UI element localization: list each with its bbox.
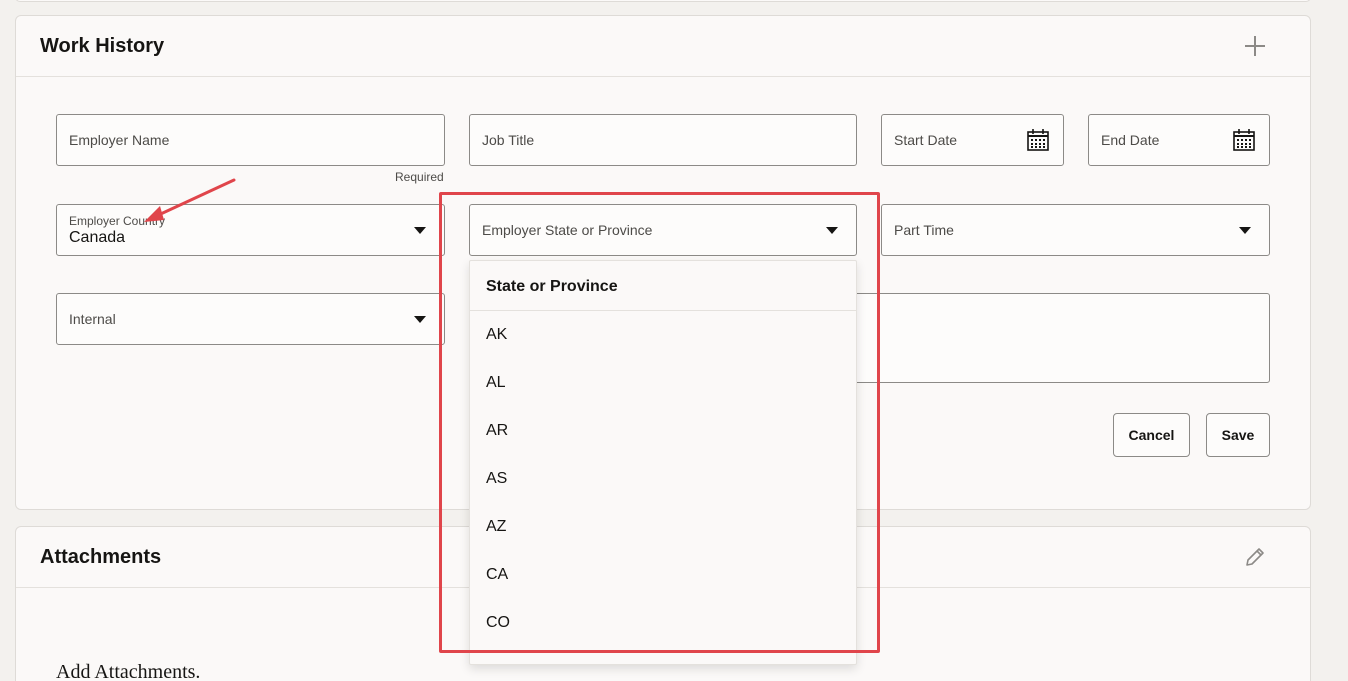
employer-name-placeholder: Employer Name [69, 132, 170, 148]
required-hint: Required [395, 170, 444, 184]
calendar-icon[interactable] [1233, 129, 1255, 151]
job-title-placeholder: Job Title [482, 132, 535, 148]
chevron-down-icon[interactable] [1239, 227, 1251, 234]
start-date-field[interactable]: Start Date [881, 114, 1064, 166]
list-item[interactable]: AR [470, 407, 856, 455]
end-date-placeholder: End Date [1101, 132, 1160, 148]
list-item[interactable]: CA [470, 551, 856, 599]
job-title-field[interactable]: Job Title [469, 114, 857, 166]
list-item[interactable]: AZ [470, 503, 856, 551]
calendar-icon[interactable] [1027, 129, 1049, 151]
save-button[interactable]: Save [1206, 413, 1270, 457]
previous-card-edge [15, 0, 1311, 2]
pencil-icon[interactable] [1244, 546, 1266, 568]
work-history-title: Work History [40, 35, 165, 57]
employer-name-field[interactable]: Employer Name [56, 114, 445, 166]
list-item[interactable]: AS [470, 455, 856, 503]
add-attachments-text[interactable]: Add Attachments. [56, 661, 200, 681]
chevron-down-icon[interactable] [826, 227, 838, 234]
work-history-header: Work History [16, 16, 1310, 77]
list-item[interactable]: AK [470, 311, 856, 359]
chevron-down-icon[interactable] [414, 316, 426, 323]
part-time-placeholder: Part Time [894, 222, 954, 238]
part-time-select[interactable]: Part Time [881, 204, 1270, 256]
employer-country-label: Employer Country [69, 214, 166, 228]
employer-country-select[interactable]: Employer Country Canada [56, 204, 445, 256]
employer-country-value: Canada [69, 229, 126, 246]
cancel-button[interactable]: Cancel [1113, 413, 1190, 457]
end-date-field[interactable]: End Date [1088, 114, 1270, 166]
internal-placeholder: Internal [69, 311, 116, 327]
plus-icon[interactable] [1244, 35, 1266, 57]
attachments-title: Attachments [40, 546, 162, 568]
start-date-placeholder: Start Date [894, 132, 958, 148]
list-item[interactable]: CO [470, 599, 856, 647]
chevron-down-icon[interactable] [414, 227, 426, 234]
employer-state-select[interactable]: Employer State or Province [469, 204, 857, 256]
internal-select[interactable]: Internal [56, 293, 445, 345]
list-item[interactable]: AL [470, 359, 856, 407]
state-dropdown-list: State or Province AK AL AR AS AZ CA CO [469, 260, 857, 665]
employer-state-placeholder: Employer State or Province [482, 222, 653, 238]
dropdown-header: State or Province [470, 261, 856, 311]
